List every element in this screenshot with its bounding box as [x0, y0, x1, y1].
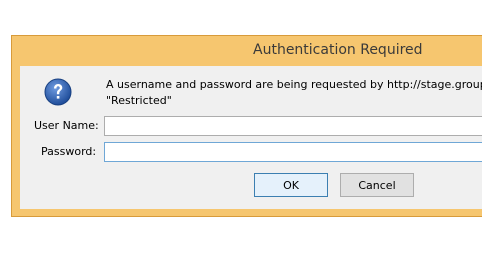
dialog-title: Authentication Required [253, 42, 423, 58]
username-label: User Name: [34, 119, 99, 132]
username-field[interactable] [104, 116, 482, 136]
auth-message-line1: A username and password are being reques… [106, 78, 482, 91]
title-bar[interactable]: Authentication Required [12, 36, 482, 66]
question-icon [44, 78, 72, 106]
auth-message-line2: "Restricted" [106, 94, 172, 107]
ok-button[interactable]: OK [254, 173, 328, 197]
auth-dialog: Authentication Required A username and p… [11, 35, 482, 217]
password-label: Password: [41, 145, 97, 158]
password-field[interactable] [104, 142, 482, 162]
cancel-button[interactable]: Cancel [340, 173, 414, 197]
dialog-body: A username and password are being reques… [20, 66, 482, 209]
auth-message: A username and password are being reques… [106, 77, 482, 109]
